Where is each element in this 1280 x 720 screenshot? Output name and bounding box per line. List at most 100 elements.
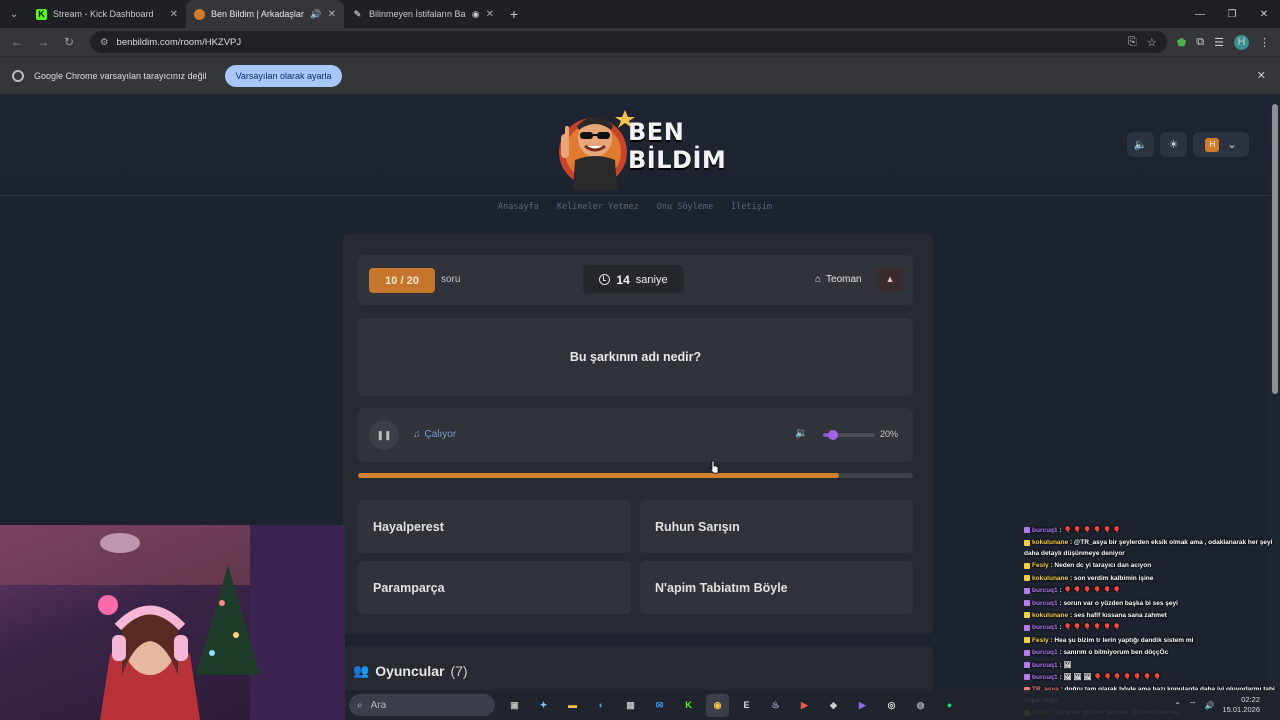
streaming-app-icon[interactable]: ▶ — [793, 694, 816, 717]
shield-extension-icon[interactable]: ⬟ — [1177, 36, 1187, 49]
scrollbar-thumb[interactable] — [1272, 104, 1278, 394]
speaker-icon[interactable]: 🔊 — [310, 9, 321, 20]
chat-username: Fesly — [1032, 636, 1049, 644]
forward-icon[interactable]: → — [32, 31, 54, 53]
chat-message: burcuq1 : 🖼 — [1024, 660, 1280, 672]
chevron-down-icon: ⌄ — [9, 8, 19, 20]
nav-link-contact[interactable]: İletişim — [731, 202, 772, 212]
close-tab-icon[interactable]: ✕ — [486, 9, 494, 20]
close-window-icon[interactable]: ✕ — [1248, 0, 1280, 28]
network-icon[interactable]: ⌔ — [1189, 700, 1197, 710]
artist-name: Teoman — [826, 274, 862, 285]
timer-value: 14 — [616, 272, 630, 287]
chat-message: burcuq1 : 🎈 🎈 🎈 🎈 🎈 🎈 — [1024, 525, 1280, 537]
volume-slider-handle[interactable] — [828, 430, 839, 440]
close-tab-icon[interactable]: ✕ — [328, 9, 336, 20]
tab-istifa[interactable]: ✎ Bilinmeyen İstifaların Başarı ◉ ✕ — [344, 0, 502, 28]
restore-icon[interactable]: ❐ — [1216, 0, 1248, 28]
site-info-icon[interactable]: ⚙ — [100, 37, 109, 48]
volume-slider[interactable] — [823, 430, 875, 440]
task-view-icon[interactable]: ▣ — [503, 694, 526, 717]
copilot-icon[interactable]: ✦ — [532, 694, 555, 717]
new-tab-button[interactable]: + — [502, 0, 526, 28]
volume-tray-icon[interactable]: 🔊 — [1204, 701, 1214, 710]
tab-benbildim[interactable]: Ben Bildim | Arkadaşlarınla 🔊 ✕ — [186, 0, 344, 28]
nav-link-onu-soyleme[interactable]: Onu Söyleme — [657, 202, 713, 212]
chat-username: kokulunane — [1032, 612, 1069, 620]
taskbar-clock[interactable]: 02:22 15.01.2026 — [1222, 695, 1260, 715]
bookmark-star-icon[interactable]: ☆ — [1147, 36, 1157, 49]
timer: 14 saniye — [583, 265, 684, 294]
user-menu-button[interactable]: H ⌄ — [1193, 132, 1249, 157]
set-default-button[interactable]: Varsayılan olarak ayarla — [224, 64, 343, 87]
steam-icon[interactable]: ♨ — [764, 694, 787, 717]
chat-text: : Neden dc yi tarayıcı dan acıyon — [1050, 562, 1152, 570]
answer-option-2[interactable]: Ruhun Sarışın — [640, 500, 913, 553]
pause-button[interactable]: ❚❚ — [369, 420, 399, 450]
answer-option-3[interactable]: Paramparça — [358, 561, 631, 614]
chat-badge-icon — [1024, 587, 1030, 594]
nav-link-kelimeler-yetmez[interactable]: Kelimeler Yetmez — [557, 202, 639, 212]
answer-option-4[interactable]: N'apim Tabiatım Böyle — [640, 561, 913, 614]
edge-icon[interactable]: ◐ — [590, 694, 613, 717]
chat-message: Fesly : Hea şu bizim tr lerin yaptığı da… — [1024, 635, 1280, 647]
close-infobar-icon[interactable]: ✕ — [1257, 69, 1266, 82]
reload-icon[interactable]: ↻ — [58, 31, 80, 53]
close-tab-icon[interactable]: ✕ — [170, 9, 178, 20]
tray-chevron-icon[interactable]: ⌃ — [1174, 701, 1181, 710]
chat-badge-icon — [1024, 624, 1030, 631]
chat-message: burcuq1 : 🎈 🎈 🎈 🎈 🎈 🎈 — [1024, 622, 1280, 634]
sound-toggle-button[interactable]: 🔈 — [1127, 132, 1154, 157]
chat-text: : 🎈 🎈 🎈 🎈 🎈 🎈 — [1059, 624, 1122, 632]
menu-kebab-icon[interactable]: ⋮ — [1259, 36, 1270, 49]
game-card: 10 / 20 soru 14 saniye ⌂ Teoman ▲ Bu şar… — [343, 234, 933, 634]
obs-icon[interactable]: ◎ — [880, 694, 903, 717]
search-icon: ⌕ — [357, 699, 363, 711]
chevron-down-icon: ⌄ — [1227, 139, 1237, 151]
epic-games-icon[interactable]: E — [735, 694, 758, 717]
app-icon-circle[interactable]: ◍ — [909, 694, 932, 717]
install-app-icon[interactable]: ⎘ — [1128, 36, 1137, 49]
clock-icon — [599, 274, 611, 285]
chat-text: : Hea şu bizim tr lerin yaptığı dandik s… — [1050, 636, 1194, 644]
nav-link-home[interactable]: Anasayfa — [498, 202, 539, 212]
app-icon-purple[interactable]: ▶ — [851, 694, 874, 717]
song-progress-bar — [358, 473, 913, 478]
extensions-puzzle-icon[interactable]: ⧉ — [1196, 36, 1204, 49]
chat-badge-icon — [1024, 674, 1030, 681]
theme-toggle-button[interactable]: ☀ — [1160, 132, 1187, 157]
chat-text: : 🎈 🎈 🎈 🎈 🎈 🎈 — [1059, 527, 1122, 534]
tab-title: Bilinmeyen İstifaların Başarı — [369, 9, 466, 19]
chat-message: kokulunane : ses hafif kıssana sana zahm… — [1024, 610, 1280, 622]
chat-username: burcuq1 — [1032, 649, 1058, 657]
kick-app-icon[interactable]: K — [677, 694, 700, 717]
volume-icon[interactable]: 🔉 — [795, 428, 807, 439]
site-header: BEN BİLDİM 🔈 ☀ H ⌄ — [0, 94, 1270, 196]
user-avatar: H — [1205, 137, 1220, 152]
taskbar-search[interactable]: ⌕ Ara — [349, 694, 495, 716]
players-heading: 👥 Oyuncular (7) — [353, 663, 468, 679]
answer-option-1[interactable]: Hayalperest — [358, 500, 631, 553]
browser-toolbar: ← → ↻ ⚙ benbildim.com/room/HKZVPJ ⎘ ☆ ⬟ … — [0, 28, 1280, 56]
minimize-icon[interactable]: — — [1184, 0, 1216, 28]
chat-username: burcuq1 — [1032, 587, 1058, 595]
site-nav: Anasayfa Kelimeler Yetmez Onu Söyleme İl… — [0, 202, 1270, 212]
chat-username: burcuq1 — [1032, 661, 1058, 669]
reading-list-icon[interactable]: ☰ — [1214, 36, 1224, 49]
spotify-icon[interactable]: ● — [938, 694, 961, 717]
app-icon-diamond[interactable]: ◆ — [822, 694, 845, 717]
address-bar[interactable]: ⚙ benbildim.com/room/HKZVPJ ⎘ ☆ — [90, 31, 1167, 53]
chrome-taskbar-icon[interactable]: ◉ — [706, 693, 729, 717]
back-icon[interactable]: ← — [6, 31, 28, 53]
tab-strip: ⌄ K Stream - Kick Dashboard ✕ Ben Bildim… — [0, 0, 1280, 28]
chat-badge-icon — [1024, 527, 1030, 534]
chat-badge-icon — [1024, 637, 1030, 644]
outlook-icon[interactable]: ✉ — [648, 694, 671, 717]
file-explorer-icon[interactable]: ▬ — [561, 694, 584, 717]
tab-kick-dashboard[interactable]: K Stream - Kick Dashboard ✕ — [28, 0, 186, 28]
store-icon[interactable]: ▦ — [619, 694, 642, 717]
tab-search-button[interactable]: ⌄ — [0, 0, 28, 28]
profile-avatar[interactable]: H — [1234, 34, 1249, 50]
chat-message: kokulunane : son verdim kalbimin işine — [1024, 573, 1280, 585]
report-button[interactable]: ▲ — [878, 267, 902, 291]
